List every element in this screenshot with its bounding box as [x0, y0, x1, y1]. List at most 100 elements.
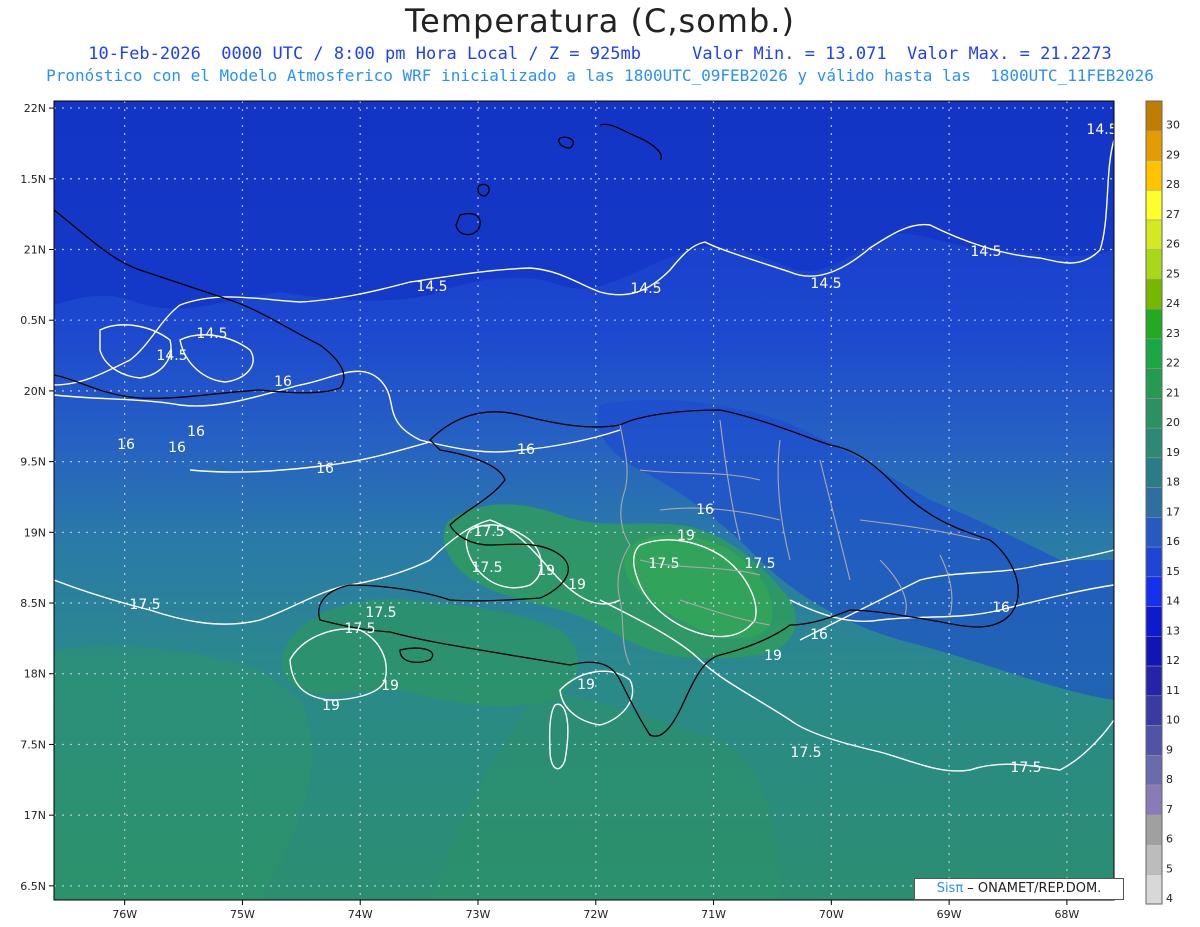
y-tick-label: 8.5N — [20, 597, 46, 610]
colorbar-label: 26 — [1166, 238, 1180, 251]
colorbar-swatch — [1145, 695, 1163, 726]
contour-label-17.5: 17.5 — [365, 605, 396, 621]
colorbar-label: 8 — [1166, 773, 1173, 786]
x-tick-label: 75W — [230, 908, 255, 921]
colorbar-label: 17 — [1166, 505, 1180, 518]
colorbar-label: 21 — [1166, 386, 1180, 399]
colorbar-swatch — [1145, 665, 1163, 697]
colorbar-swatch — [1145, 814, 1163, 845]
colorbar-swatch — [1145, 338, 1163, 369]
colorbar-label: 14 — [1166, 595, 1180, 608]
colorbar-swatch — [1145, 755, 1163, 786]
colorbar-label: 4 — [1166, 892, 1173, 905]
contour-label-19: 19 — [764, 648, 782, 664]
y-tick-label: 17N — [24, 809, 46, 822]
contour-label-17.5: 17.5 — [648, 556, 679, 572]
colorbar-swatch — [1145, 517, 1163, 548]
contour-label-17.5: 17.5 — [344, 621, 375, 637]
colorbar-label: 24 — [1166, 297, 1180, 310]
colorbar-swatch — [1145, 457, 1163, 488]
contour-label-16: 16 — [810, 627, 828, 643]
colorbar-swatch — [1145, 160, 1163, 191]
credit-org: – ONAMET/REP.DOM. — [963, 881, 1102, 896]
credit-box: Sisπ – ONAMET/REP.DOM. — [914, 878, 1124, 900]
y-tick-label: 0.5N — [20, 314, 46, 327]
colorbar-label: 10 — [1166, 714, 1180, 727]
contour-label-17.5: 17.5 — [129, 597, 160, 613]
colorbar-label: 30 — [1166, 119, 1180, 132]
contour-label-14.5: 14.5 — [1086, 122, 1117, 138]
contour-label-16: 16 — [187, 424, 205, 440]
colorbar-swatch — [1145, 308, 1163, 340]
contour-label-19: 19 — [677, 528, 695, 544]
colorbar-label: 18 — [1166, 476, 1180, 489]
x-tick-label: 76W — [112, 908, 137, 921]
x-tick-label: 71W — [701, 908, 726, 921]
colorbar-swatch — [1145, 130, 1163, 161]
contour-label-16: 16 — [992, 600, 1010, 616]
contour-label-14.5: 14.5 — [416, 279, 447, 295]
contour-label-14.5: 14.5 — [810, 276, 841, 292]
colorbar-label: 13 — [1166, 624, 1180, 637]
y-tick-label: 7.5N — [20, 738, 46, 751]
contour-label-19: 19 — [381, 678, 399, 694]
colorbar-swatch — [1145, 249, 1163, 280]
colorbar-swatch — [1145, 189, 1163, 221]
contour-label-16: 16 — [696, 502, 714, 518]
x-tick-label: 73W — [466, 908, 491, 921]
x-tick-label: 74W — [348, 908, 373, 921]
colorbar-swatch — [1145, 487, 1163, 518]
colorbar-label: 19 — [1166, 446, 1180, 459]
colorbar-label: 25 — [1166, 267, 1180, 280]
colorbar-label: 28 — [1166, 178, 1180, 191]
contour-label-16: 16 — [117, 437, 135, 453]
colorbar-swatch — [1145, 279, 1163, 310]
contour-label-14.5: 14.5 — [196, 326, 227, 342]
contour-label-14.5: 14.5 — [630, 281, 661, 297]
colorbar-label: 15 — [1166, 565, 1180, 578]
colorbar-swatch — [1145, 219, 1163, 250]
y-tick-label: 6.5N — [20, 880, 46, 893]
y-tick-label: 20N — [24, 385, 46, 398]
y-tick-label: 9.5N — [20, 456, 46, 469]
contour-label-16: 16 — [168, 440, 186, 456]
colorbar-label: 6 — [1166, 833, 1173, 846]
x-tick-label: 72W — [583, 908, 608, 921]
warm-region-southwest — [54, 646, 313, 900]
colorbar-swatch — [1145, 368, 1163, 399]
contour-label-16: 16 — [517, 442, 535, 458]
colorbar-label: 9 — [1166, 743, 1173, 756]
colorbar-label: 23 — [1166, 327, 1180, 340]
colorbar-swatch — [1145, 100, 1163, 131]
contour-label-16: 16 — [274, 374, 292, 390]
colorbar-label: 7 — [1166, 803, 1173, 816]
colorbar-label: 16 — [1166, 535, 1180, 548]
contour-label-19: 19 — [577, 677, 595, 693]
colorbar-swatch — [1145, 844, 1163, 875]
colorbar-label: 20 — [1166, 416, 1180, 429]
contour-label-19: 19 — [537, 563, 555, 579]
y-tick-label: 1.5N — [20, 173, 46, 186]
colorbar-label: 27 — [1166, 208, 1180, 221]
contour-label-19: 19 — [568, 577, 586, 593]
contour-label-17.5: 17.5 — [473, 524, 504, 540]
contour-label-17.5: 17.5 — [1010, 760, 1041, 776]
credit-sis: Sisπ — [936, 881, 964, 896]
y-tick-label: 21N — [24, 243, 46, 256]
contour-label-19: 19 — [322, 698, 340, 714]
colorbar-swatch — [1145, 784, 1163, 816]
temperature-map: 14.5 14.5 14.5 14.5 14.5 14.5 14.5 16 16… — [20, 100, 1180, 921]
colorbar-label: 5 — [1166, 862, 1173, 875]
y-tick-label: 19N — [24, 526, 46, 539]
y-tick-label: 22N — [24, 102, 46, 115]
colorbar-swatch — [1145, 725, 1163, 756]
contour-label-14.5: 14.5 — [156, 348, 187, 364]
contour-label-14.5: 14.5 — [970, 244, 1001, 260]
colorbar-label: 22 — [1166, 357, 1180, 370]
x-tick-label: 70W — [819, 908, 844, 921]
colorbar-label: 11 — [1166, 684, 1180, 697]
colorbar-swatch — [1145, 427, 1163, 459]
y-tick-label: 18N — [24, 668, 46, 681]
colorbar-swatch — [1145, 874, 1163, 905]
colorbar-swatch — [1145, 576, 1163, 607]
